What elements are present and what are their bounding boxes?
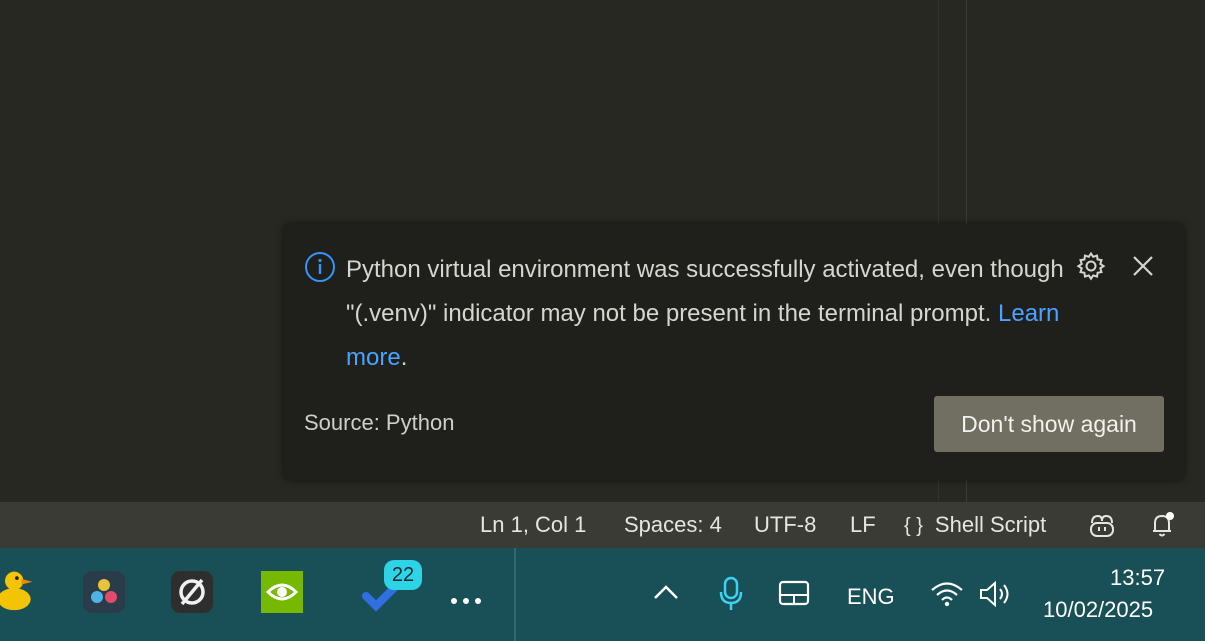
notification-toast: Python virtual environment was successfu… — [284, 224, 1184, 480]
taskbar-separator — [514, 548, 516, 641]
gear-icon[interactable] — [1076, 251, 1106, 281]
info-icon — [305, 252, 335, 282]
notification-message-text: Python virtual environment was successfu… — [346, 256, 1064, 327]
volume-icon[interactable] — [978, 580, 1014, 608]
clock-date[interactable]: 10/02/2025 — [1043, 597, 1153, 623]
notification-source: Source: Python — [304, 410, 455, 435]
microphone-icon[interactable] — [718, 576, 744, 612]
status-cursor-position[interactable]: Ln 1, Col 1 — [480, 512, 586, 538]
null-app-icon[interactable] — [170, 570, 214, 614]
wifi-icon[interactable] — [930, 580, 964, 608]
status-encoding[interactable]: UTF-8 — [754, 512, 816, 538]
notification-message-suffix: . — [400, 344, 408, 371]
close-icon[interactable] — [1129, 252, 1157, 280]
braces-icon: { } — [904, 515, 923, 537]
dont-show-again-button[interactable]: Don't show again — [934, 396, 1164, 452]
more-icon[interactable] — [444, 578, 488, 622]
nvidia-icon[interactable] — [260, 570, 304, 614]
status-language-label: Shell Script — [934, 512, 1047, 537]
notification-badge: 22 — [384, 560, 422, 590]
touchpad-icon[interactable] — [778, 580, 810, 608]
duck-app-icon[interactable] — [0, 568, 38, 612]
bell-icon[interactable] — [1150, 511, 1176, 539]
notification-message: Python virtual environment was successfu… — [346, 248, 1066, 380]
status-eol[interactable]: LF — [850, 512, 876, 538]
input-language[interactable]: ENG — [847, 584, 895, 610]
status-bar: Ln 1, Col 1 Spaces: 4 UTF-8 LF { } Shell … — [0, 502, 1205, 548]
status-language[interactable]: { } Shell Script — [904, 512, 1046, 538]
status-indentation[interactable]: Spaces: 4 — [624, 512, 722, 538]
taskbar: 22 ENG 13:57 10/02/2025 — [0, 548, 1205, 641]
chevron-up-icon[interactable] — [652, 582, 680, 602]
clock-time[interactable]: 13:57 — [1110, 565, 1165, 591]
copilot-icon[interactable] — [1088, 513, 1116, 539]
davinci-resolve-icon[interactable] — [82, 570, 126, 614]
badge-count: 22 — [391, 564, 415, 586]
